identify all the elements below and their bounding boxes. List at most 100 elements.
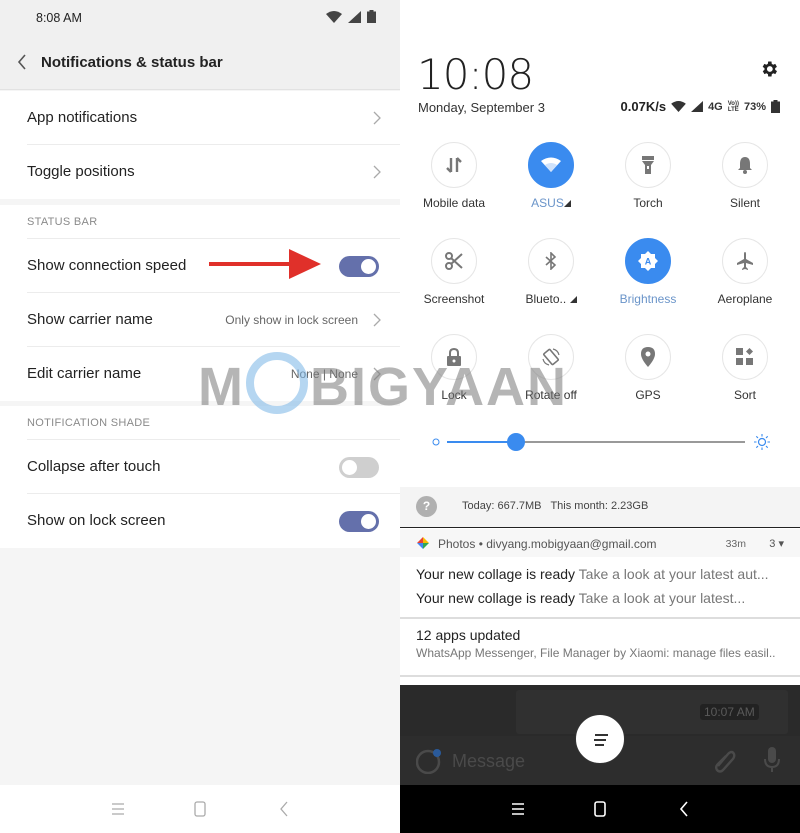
red-arrow-annotation — [209, 249, 321, 279]
notification-line: Your new collage is ready Take a look at… — [416, 590, 746, 606]
message-input: Message — [452, 751, 526, 771]
back-icon[interactable] — [273, 799, 295, 819]
show-carrier-name-item[interactable]: Show carrier name Only show in lock scre… — [27, 293, 400, 347]
gear-icon[interactable] — [759, 59, 779, 79]
battery-icon — [771, 100, 780, 113]
notification-title: 12 apps updated — [416, 627, 521, 643]
tile-gps[interactable]: GPS — [600, 334, 696, 414]
navigation-bar-dark — [400, 785, 800, 833]
navigation-bar — [0, 785, 400, 833]
chevron-right-icon — [373, 111, 381, 125]
menu-icon[interactable] — [507, 799, 529, 819]
status-bar: 8:08 AM — [0, 0, 400, 36]
brightness-slider[interactable] — [432, 432, 772, 452]
collapse-notifications-button[interactable] — [575, 714, 625, 764]
clock: 10:08 — [417, 50, 534, 99]
brightness-low-icon — [432, 438, 440, 446]
app-bar: Notifications & status bar — [0, 36, 400, 90]
tile-bluetooth[interactable]: Blueto.. — [503, 238, 599, 318]
tile-rotate[interactable]: Rotate off — [503, 334, 599, 414]
notification-line: Your new collage is ready Take a look at… — [416, 566, 769, 582]
tile-wifi[interactable]: ASUS — [503, 142, 599, 222]
page-title: Notifications & status bar — [41, 54, 223, 71]
emoji-icon — [416, 749, 441, 774]
chevron-right-icon — [373, 313, 381, 327]
expand-indicator-icon — [569, 296, 577, 303]
expand-indicator-icon — [563, 200, 571, 207]
edit-carrier-name-item[interactable]: Edit carrier name None | None — [27, 347, 400, 401]
item-label: Show carrier name — [27, 311, 153, 328]
location-icon — [641, 347, 655, 367]
airplane-icon — [737, 252, 753, 270]
show-on-lock-screen-toggle[interactable] — [339, 511, 379, 532]
status-bar-section: STATUS BAR Show connection speed Show ca… — [0, 205, 400, 401]
collapse-after-touch-toggle[interactable] — [339, 457, 379, 478]
item-label: Show connection speed — [27, 257, 187, 274]
bluetooth-icon — [545, 252, 557, 270]
attach-icon — [715, 750, 736, 773]
data-usage-text: Today: 667.7MB This month: 2.23GB — [462, 500, 649, 512]
data-usage-bar[interactable]: ? Today: 667.7MB This month: 2.23GB — [400, 487, 800, 528]
toggle-knob — [342, 460, 357, 475]
signal-icon — [691, 101, 704, 112]
toggle-positions-item[interactable]: Toggle positions — [27, 145, 400, 199]
back-button[interactable] — [14, 51, 32, 73]
item-label: Show on lock screen — [27, 512, 166, 529]
notification-time: 33m — [725, 538, 746, 550]
signal-icon — [348, 10, 361, 23]
battery-icon — [367, 10, 376, 23]
tile-mobile-data[interactable]: Mobile data — [406, 142, 502, 222]
rotate-icon — [542, 348, 560, 366]
collapse-icon — [594, 734, 608, 746]
home-icon[interactable] — [189, 799, 211, 819]
status-time: 8:08 AM — [36, 11, 82, 25]
tile-aeroplane[interactable]: Aeroplane — [697, 238, 793, 318]
section-header: STATUS BAR — [27, 205, 400, 239]
apps-updated-notification[interactable]: 12 apps updated WhatsApp Messenger, File… — [400, 621, 800, 677]
toggle-knob — [361, 514, 376, 529]
tile-torch[interactable]: Torch — [600, 142, 696, 222]
notification-shade-section: NOTIFICATION SHADE Collapse after touch … — [0, 406, 400, 548]
back-icon[interactable] — [673, 799, 695, 819]
mobile-data-icon — [446, 157, 462, 173]
tile-silent[interactable]: Silent — [697, 142, 793, 222]
svg-text:A: A — [645, 257, 652, 267]
battery-percent: 73% — [743, 100, 766, 113]
connection-speed: 0.07K/s — [620, 99, 667, 114]
app-notifications-item[interactable]: App notifications — [27, 91, 400, 145]
slider-fill — [447, 440, 516, 443]
date: Monday, September 3 — [418, 100, 545, 115]
photos-app-icon — [417, 537, 429, 549]
tile-screenshot[interactable]: Screenshot — [406, 238, 502, 318]
item-label: Collapse after touch — [27, 458, 161, 475]
tile-brightness[interactable]: A Brightness — [600, 238, 696, 318]
status-icons: 0.07K/s 4G Vo)) LTE 73% — [621, 99, 780, 114]
show-on-lock-screen-item[interactable]: Show on lock screen — [27, 494, 400, 548]
help-icon: ? — [416, 496, 437, 517]
lock-icon — [447, 348, 461, 366]
notification-count-expand[interactable]: 3 ▾ — [769, 537, 784, 550]
home-icon[interactable] — [589, 799, 611, 819]
item-label: Toggle positions — [27, 163, 135, 180]
toggle-knob — [361, 259, 376, 274]
item-label: App notifications — [27, 109, 138, 126]
collapse-after-touch-item[interactable]: Collapse after touch — [27, 440, 400, 494]
slider-thumb[interactable] — [506, 433, 525, 451]
tile-sort[interactable]: Sort — [697, 334, 793, 414]
auto-brightness-icon: A — [638, 251, 658, 271]
network-type: 4G — [708, 100, 723, 113]
top-items-group: App notifications Toggle positions — [0, 91, 400, 199]
message-timestamp: 10:07 AM — [700, 704, 759, 720]
microphone-icon — [764, 747, 780, 772]
chevron-right-icon — [373, 165, 381, 179]
notification-header: Photos • divyang.mobigyaan@gmail.com 33m… — [400, 529, 800, 557]
tile-lock[interactable]: Lock — [406, 334, 502, 414]
scissors-icon — [445, 252, 463, 270]
chevron-right-icon — [373, 367, 381, 381]
show-connection-speed-toggle[interactable] — [339, 256, 379, 277]
photos-notification[interactable]: Photos • divyang.mobigyaan@gmail.com 33m… — [400, 529, 800, 619]
menu-icon[interactable] — [107, 799, 129, 819]
settings-screen: 8:08 AM Notifications & status bar App n… — [0, 0, 400, 833]
item-value: None | None — [290, 367, 358, 381]
wifi-icon — [326, 10, 342, 23]
